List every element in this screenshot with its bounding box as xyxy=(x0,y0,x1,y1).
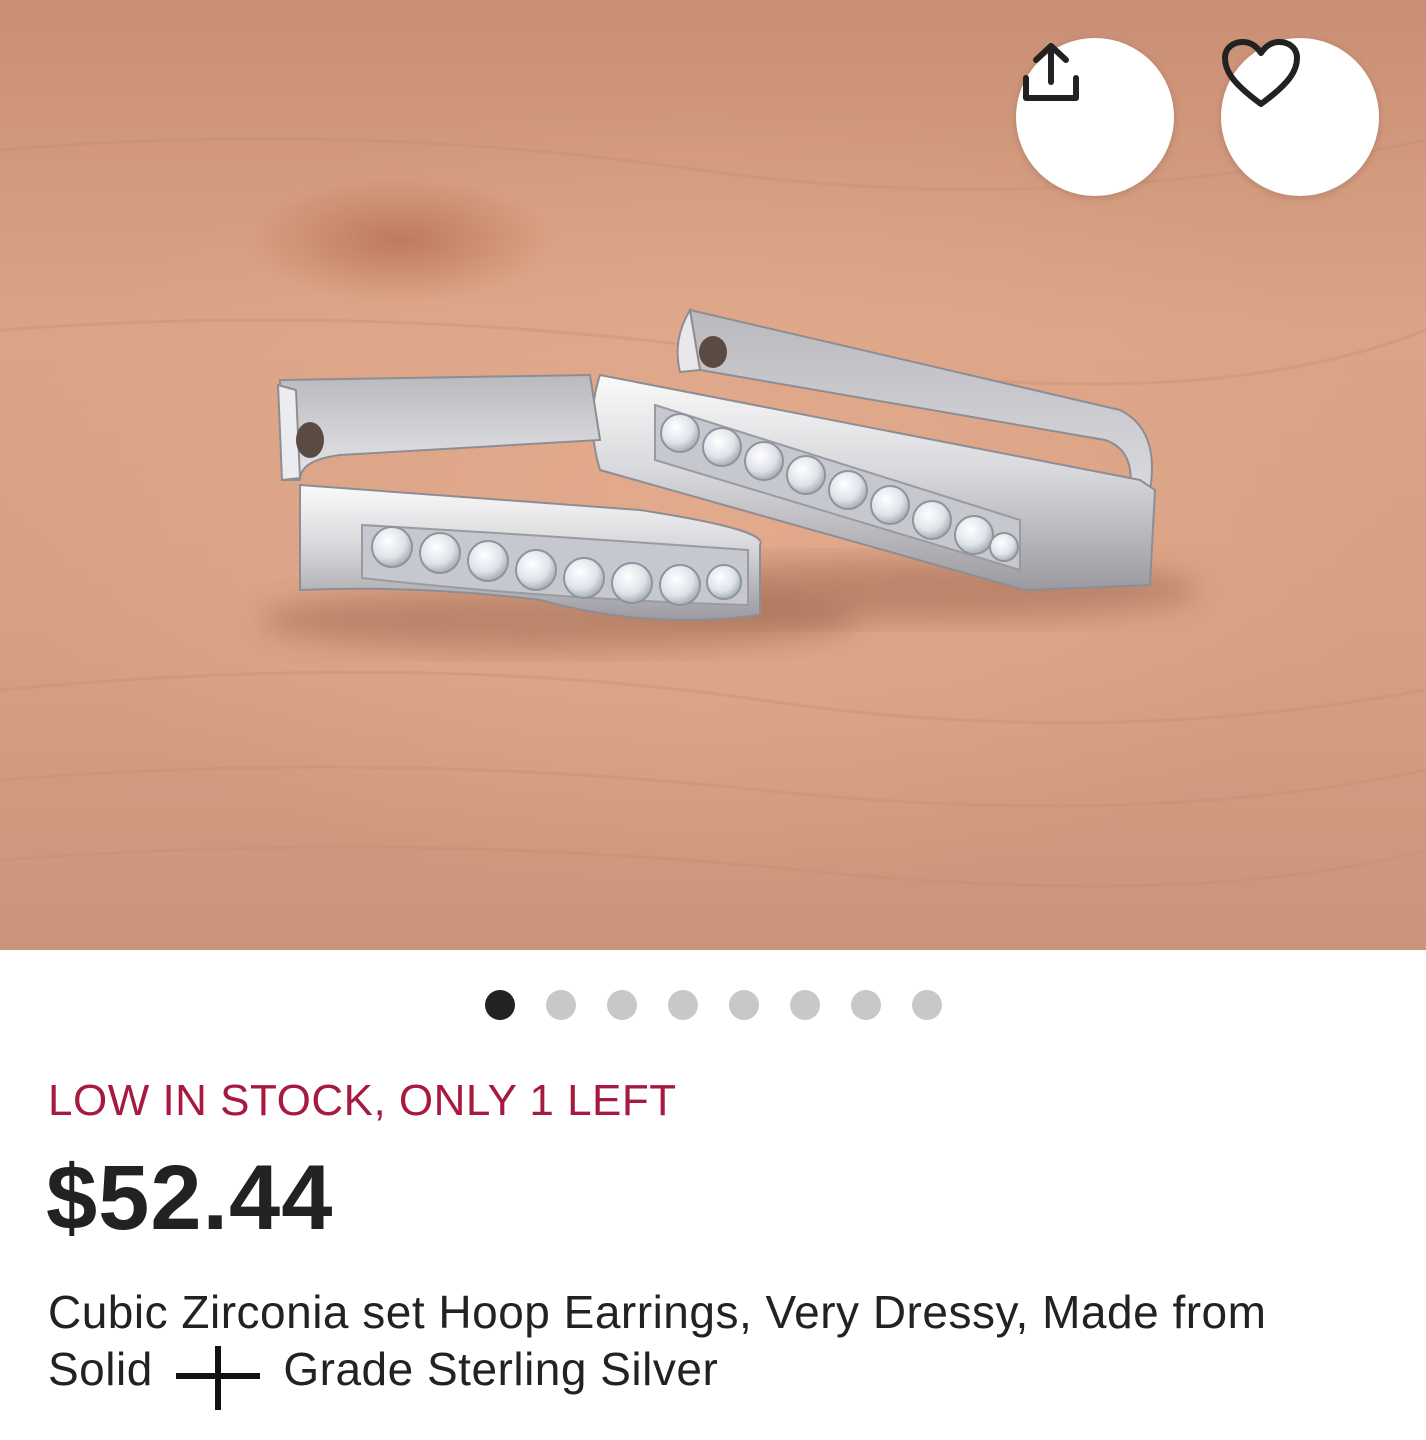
product-title-part2: Grade Sterling Silver xyxy=(283,1343,719,1395)
pagination-dot[interactable] xyxy=(789,990,820,1020)
pagination-dot[interactable] xyxy=(545,990,576,1020)
pagination-dot[interactable] xyxy=(911,990,942,1020)
product-price: $52.44 xyxy=(46,1147,334,1249)
product-title: Cubic Zirconia set Hoop Earrings, Very D… xyxy=(48,1284,1378,1410)
product-image[interactable] xyxy=(0,0,1426,950)
favorite-button[interactable] xyxy=(1221,38,1379,196)
product-listing-page: LOW IN STOCK, ONLY 1 LEFT $52.44 Cubic Z… xyxy=(0,0,1426,1440)
crosshair-cursor-icon xyxy=(174,1345,262,1410)
share-button[interactable] xyxy=(1016,38,1174,196)
pagination-dot[interactable] xyxy=(667,990,698,1020)
stock-notice: LOW IN STOCK, ONLY 1 LEFT xyxy=(48,1076,677,1125)
earrings-illustration xyxy=(0,137,1426,888)
pagination-dot[interactable] xyxy=(484,990,515,1020)
image-pagination xyxy=(0,990,1426,1020)
pagination-dot[interactable] xyxy=(850,990,881,1020)
pagination-dot[interactable] xyxy=(728,990,759,1020)
pagination-dot[interactable] xyxy=(606,990,637,1020)
